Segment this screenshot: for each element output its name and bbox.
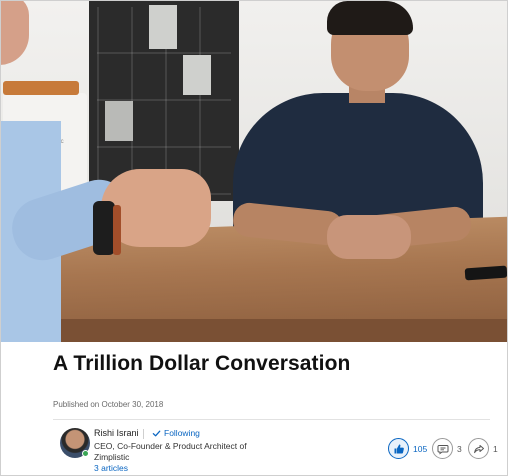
separator (143, 429, 144, 439)
comment-action[interactable]: 3 (432, 438, 462, 459)
person-left-watch (93, 201, 115, 255)
like-count: 105 (413, 443, 428, 454)
share-button[interactable] (468, 438, 489, 459)
person-right-hands (327, 215, 411, 259)
like-button[interactable] (388, 438, 409, 459)
hero-image: rotimatic (1, 1, 507, 342)
thumbs-up-icon (394, 443, 404, 453)
divider (53, 419, 490, 420)
comment-icon (437, 444, 448, 454)
comment-count: 3 (457, 443, 462, 454)
shelf-item (183, 55, 211, 95)
share-action[interactable]: 1 (468, 438, 498, 459)
article-title: A Trillion Dollar Conversation (53, 352, 351, 375)
following-button[interactable]: Following (152, 428, 200, 438)
share-count: 1 (493, 443, 498, 454)
person-left-bracelet (113, 205, 121, 255)
check-icon (152, 430, 161, 436)
author-headline: CEO, Co-Founder & Product Architect of Z… (94, 441, 247, 462)
like-action[interactable]: 105 (388, 438, 427, 459)
shelf-item (105, 101, 133, 141)
person-right-hair (327, 1, 413, 35)
author-articles-link[interactable]: 3 articles (94, 463, 128, 473)
comment-button[interactable] (432, 438, 453, 459)
table-edge (41, 319, 507, 342)
shelf-item (149, 5, 177, 49)
share-icon (473, 444, 484, 453)
published-date: Published on October 30, 2018 (53, 400, 164, 409)
author-name[interactable]: Rishi Israni (94, 428, 139, 438)
following-label: Following (164, 428, 200, 438)
presence-indicator (82, 450, 89, 457)
appliance-lid (3, 81, 79, 95)
